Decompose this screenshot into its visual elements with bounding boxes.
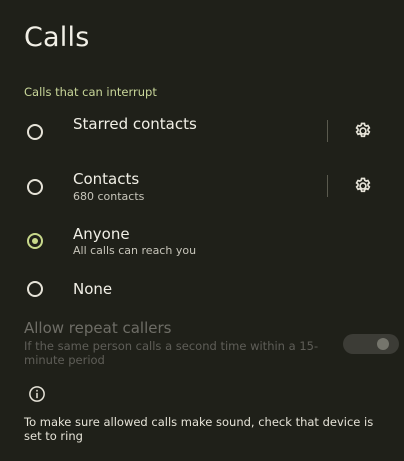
option-starred-contacts[interactable]: Starred contacts [0,115,404,147]
option-contacts[interactable]: Contacts 680 contacts [0,170,404,206]
option-subtitle: All calls can reach you [73,244,197,257]
option-title: Starred contacts [73,115,197,133]
gear-icon[interactable] [353,121,373,141]
radio-anyone[interactable] [27,233,43,249]
repeat-callers-title: Allow repeat callers [24,319,172,337]
option-title: Contacts [73,170,140,188]
info-icon [29,386,45,402]
option-title: Anyone [73,225,130,243]
option-none[interactable]: None [0,280,404,302]
gear-icon[interactable] [353,176,373,196]
option-anyone[interactable]: Anyone All calls can reach you [0,225,404,261]
radio-starred-contacts[interactable] [27,124,43,140]
repeat-callers-toggle[interactable] [343,334,399,354]
vertical-divider [327,120,328,142]
radio-none[interactable] [27,281,43,297]
option-title: None [73,280,113,298]
option-subtitle: 680 contacts [73,190,145,203]
section-header: Calls that can interrupt [24,85,157,99]
page-title: Calls [24,22,90,53]
footer-text: To make sure allowed calls make sound, c… [24,415,374,443]
repeat-callers-subtitle: If the same person calls a second time w… [24,339,319,367]
vertical-divider [327,175,328,197]
toggle-knob [377,338,389,350]
radio-contacts[interactable] [27,179,43,195]
